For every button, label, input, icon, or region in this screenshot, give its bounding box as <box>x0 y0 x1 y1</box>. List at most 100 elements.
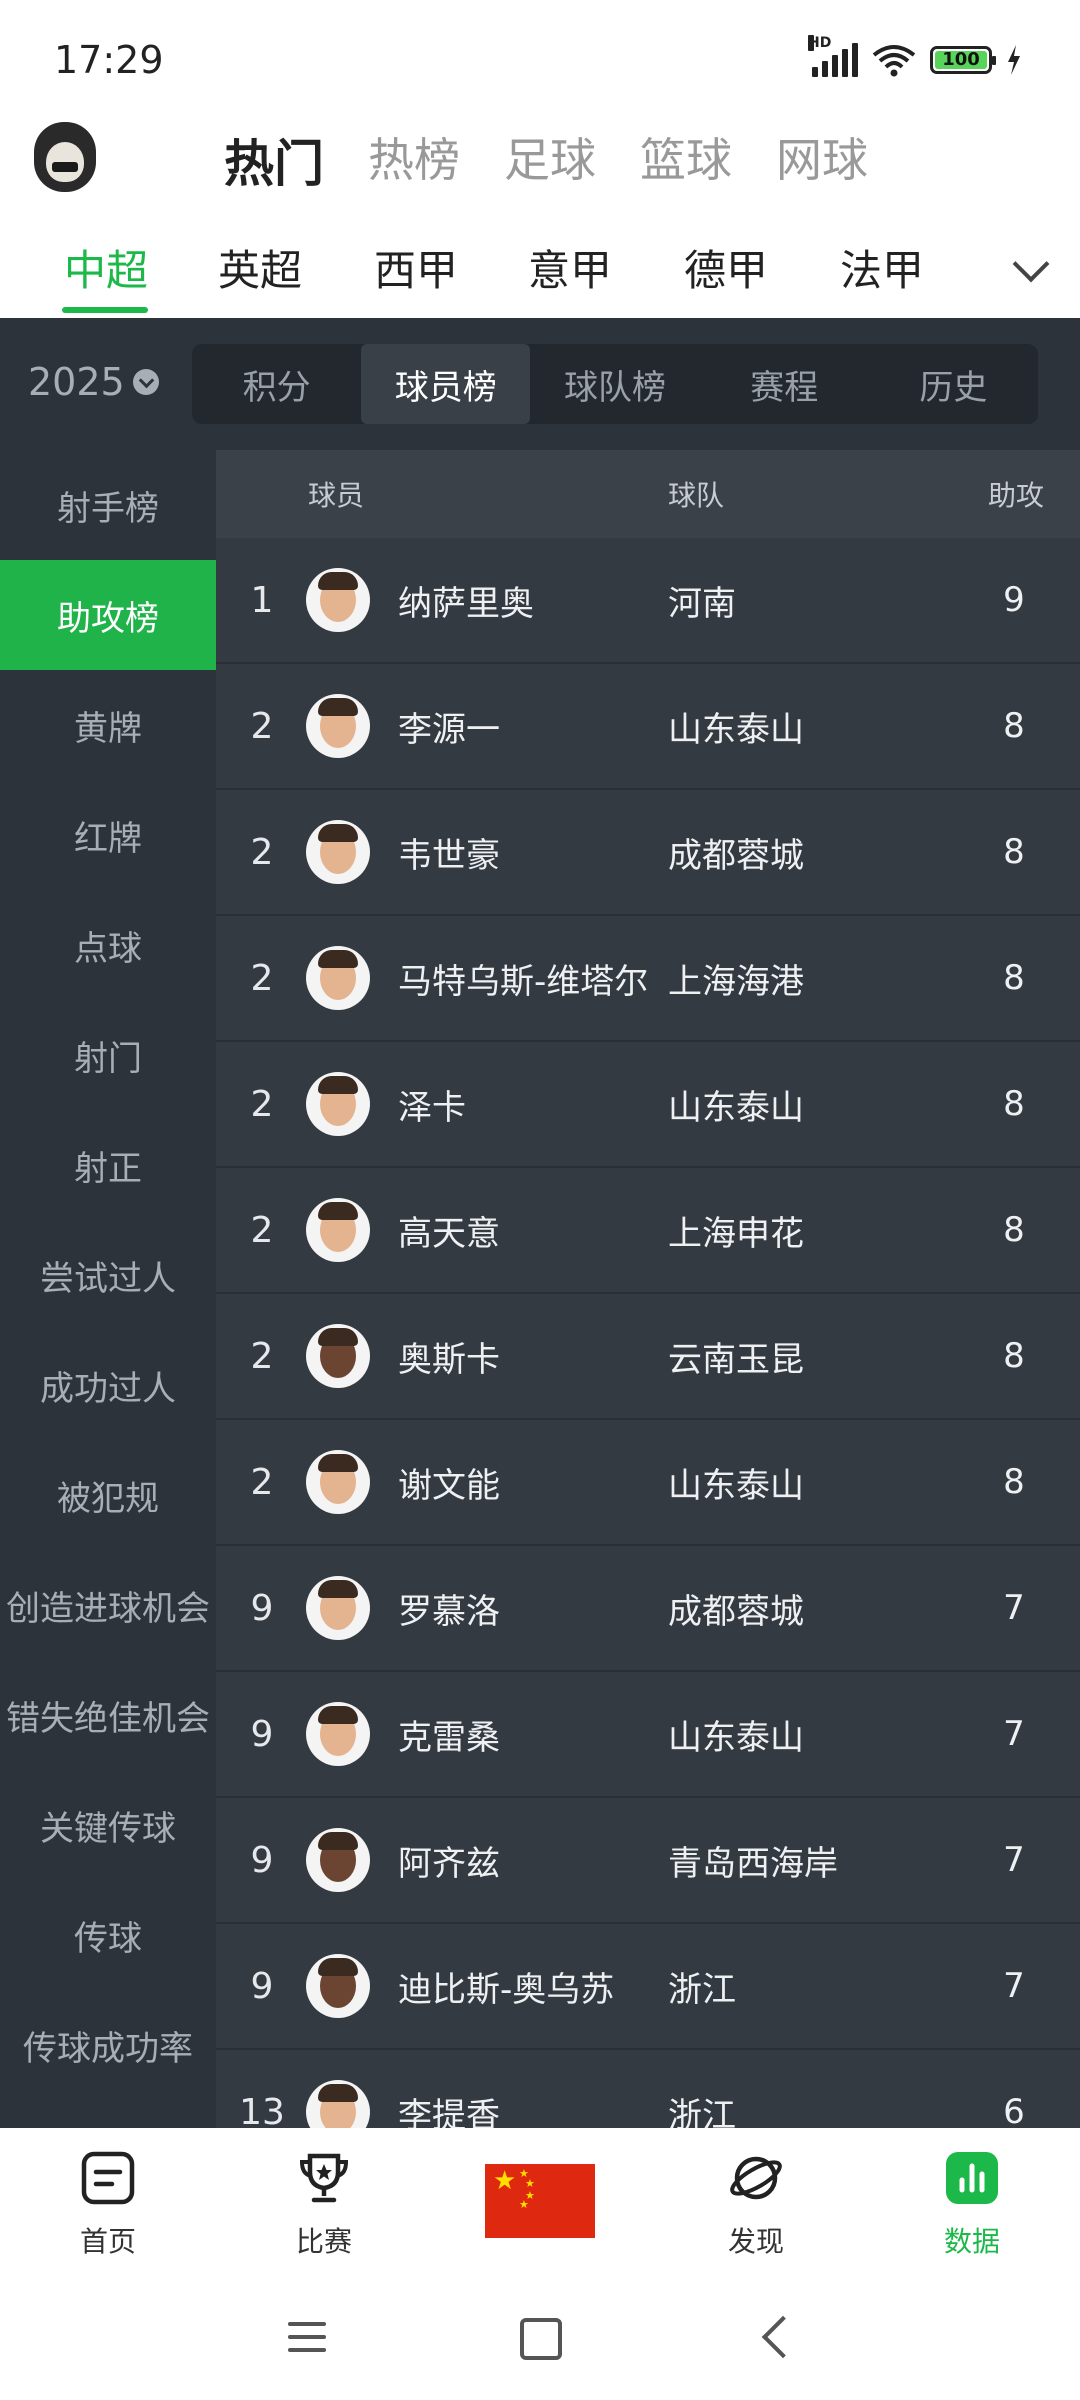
sidebar-item-chances-created[interactable]: 创造进球机会 <box>0 1550 216 1660</box>
charging-icon <box>1008 45 1020 75</box>
league-tab-csl[interactable]: 中超 <box>64 237 148 298</box>
tab-hot[interactable]: 热门 <box>224 124 324 196</box>
player-rank: 2 <box>250 1209 274 1251</box>
player-avatar <box>306 820 370 884</box>
segment-team-rankings[interactable]: 球队榜 <box>530 344 699 424</box>
nav-data[interactable]: 数据 <box>912 2150 1032 2260</box>
chevron-down-icon[interactable] <box>1012 245 1050 283</box>
player-rank: 9 <box>250 1965 274 2007</box>
user-avatar[interactable] <box>34 122 96 192</box>
segment-schedule[interactable]: 赛程 <box>700 344 869 424</box>
status-bar: 17:29 HD 100 <box>0 0 1080 110</box>
player-assists: 8 <box>1003 832 1025 872</box>
league-tab-epl[interactable]: 英超 <box>218 237 302 298</box>
player-name: 谢文能 <box>398 1465 500 1506</box>
player-name: 克雷桑 <box>398 1717 500 1758</box>
nav-home[interactable]: 首页 <box>48 2150 168 2260</box>
table-row[interactable]: 1 纳萨里奥 河南 9 <box>216 538 1080 664</box>
table-row[interactable]: 2 马特乌斯-维塔尔 上海海港 8 <box>216 916 1080 1042</box>
league-tab-ligue1[interactable]: 法甲 <box>840 237 924 298</box>
player-rank: 13 <box>239 2091 285 2129</box>
player-avatar <box>306 1576 370 1640</box>
trophy-icon <box>299 2153 349 2203</box>
table-row[interactable]: 9 阿齐兹 青岛西海岸 7 <box>216 1798 1080 1924</box>
player-name: 高天意 <box>398 1213 500 1254</box>
sidebar-item-big-chances-missed[interactable]: 错失绝佳机会 <box>0 1660 216 1770</box>
china-flag-icon[interactable]: ★ ★ ★ ★ ★ <box>485 2164 595 2238</box>
bar-chart-icon <box>946 2152 998 2204</box>
home-icon[interactable] <box>520 2318 562 2360</box>
tab-football[interactable]: 足球 <box>504 124 596 196</box>
sidebar-item-red-cards[interactable]: 红牌 <box>0 780 216 890</box>
sidebar-item-key-passes[interactable]: 关键传球 <box>0 1770 216 1880</box>
player-assists: 8 <box>1003 958 1025 998</box>
nav-discover[interactable]: 发现 <box>696 2150 816 2260</box>
table-row[interactable]: 2 李源一 山东泰山 8 <box>216 664 1080 790</box>
sidebar-item-yellow-cards[interactable]: 黄牌 <box>0 670 216 780</box>
sidebar-item-passes[interactable]: 传球 <box>0 1880 216 1990</box>
player-team: 云南玉昆 <box>668 1339 804 1380</box>
player-team: 成都蓉城 <box>668 835 804 876</box>
sidebar-item-pass-accuracy[interactable]: 传球成功率 <box>0 1990 216 2100</box>
nav-label: 比赛 <box>295 2225 352 2258</box>
battery-icon: 100 <box>930 46 996 74</box>
player-rank: 2 <box>250 831 274 873</box>
nav-matches[interactable]: 比赛 <box>264 2150 384 2260</box>
sidebar-item-shots[interactable]: 射门 <box>0 1000 216 1110</box>
player-rank: 2 <box>250 1461 274 1503</box>
player-rank: 2 <box>250 957 274 999</box>
league-tab-bundesliga[interactable]: 德甲 <box>684 237 768 298</box>
sidebar-item-dribbles-successful[interactable]: 成功过人 <box>0 1330 216 1440</box>
tab-hot-list[interactable]: 热榜 <box>368 124 460 196</box>
table-row[interactable]: 2 谢文能 山东泰山 8 <box>216 1420 1080 1546</box>
table-row[interactable]: 9 迪比斯-奥乌苏 浙江 7 <box>216 1924 1080 2050</box>
table-row[interactable]: 2 高天意 上海申花 8 <box>216 1168 1080 1294</box>
sidebar-item-fouled[interactable]: 被犯规 <box>0 1440 216 1550</box>
sidebar-item-penalties[interactable]: 点球 <box>0 890 216 1000</box>
player-avatar <box>306 1072 370 1136</box>
sidebar-item-dribbles-attempted[interactable]: 尝试过人 <box>0 1220 216 1330</box>
player-team: 河南 <box>668 583 736 624</box>
tab-tennis[interactable]: 网球 <box>776 124 868 196</box>
player-assists: 9 <box>1003 580 1025 620</box>
player-avatar <box>306 568 370 632</box>
player-avatar <box>306 1828 370 1892</box>
segment-standings[interactable]: 积分 <box>192 344 361 424</box>
menu-icon[interactable] <box>288 2322 326 2361</box>
sidebar-item-shots-on-target[interactable]: 射正 <box>0 1110 216 1220</box>
league-tab-seriea[interactable]: 意甲 <box>528 237 612 298</box>
header-player: 球员 <box>308 479 365 512</box>
planet-icon <box>730 2156 782 2200</box>
player-name: 韦世豪 <box>398 835 500 876</box>
sidebar-item-goals[interactable]: 射手榜 <box>0 450 216 560</box>
segment-history[interactable]: 历史 <box>869 344 1038 424</box>
year-selector[interactable]: 2025 <box>28 360 159 404</box>
table-row[interactable]: 2 韦世豪 成都蓉城 8 <box>216 790 1080 916</box>
table-row[interactable]: 2 泽卡 山东泰山 8 <box>216 1042 1080 1168</box>
segment-tabs: 积分 球员榜 球队榜 赛程 历史 <box>192 344 1038 424</box>
player-avatar <box>306 1954 370 2018</box>
table-row[interactable]: 9 罗慕洛 成都蓉城 7 <box>216 1546 1080 1672</box>
player-rank: 1 <box>250 579 274 621</box>
player-rank: 2 <box>250 1083 274 1125</box>
table-row[interactable]: 13 李提香 浙江 6 <box>216 2050 1080 2128</box>
assist-rankings-table: 球员 球队 助攻 1 纳萨里奥 河南 9 2 李源一 山东泰山 8 2 韦世豪 … <box>216 450 1080 2128</box>
tab-basketball[interactable]: 篮球 <box>640 124 732 196</box>
player-name: 罗慕洛 <box>398 1591 500 1632</box>
table-row[interactable]: 9 克雷桑 山东泰山 7 <box>216 1672 1080 1798</box>
header-assists: 助攻 <box>987 479 1044 512</box>
player-rank: 2 <box>250 1335 274 1377</box>
wifi-icon <box>872 45 916 77</box>
bottom-nav: 首页 比赛 ★ ★ ★ ★ ★ 发现 数据 <box>0 2128 1080 2278</box>
stat-category-sidebar: 射手榜 助攻榜 黄牌 红牌 点球 射门 射正 尝试过人 成功过人 被犯规 创造进… <box>0 450 216 2128</box>
table-row[interactable]: 2 奥斯卡 云南玉昆 8 <box>216 1294 1080 1420</box>
status-icons: HD 100 <box>808 35 1022 82</box>
league-tab-laliga[interactable]: 西甲 <box>374 237 458 298</box>
player-name: 马特乌斯-维塔尔 <box>398 961 649 1002</box>
segment-player-rankings[interactable]: 球员榜 <box>361 344 531 424</box>
battery-level: 100 <box>935 51 987 69</box>
year-label: 2025 <box>28 360 125 404</box>
sidebar-item-assists[interactable]: 助攻榜 <box>0 560 216 670</box>
back-icon[interactable] <box>761 2315 805 2359</box>
system-nav-bar <box>0 2278 1080 2400</box>
